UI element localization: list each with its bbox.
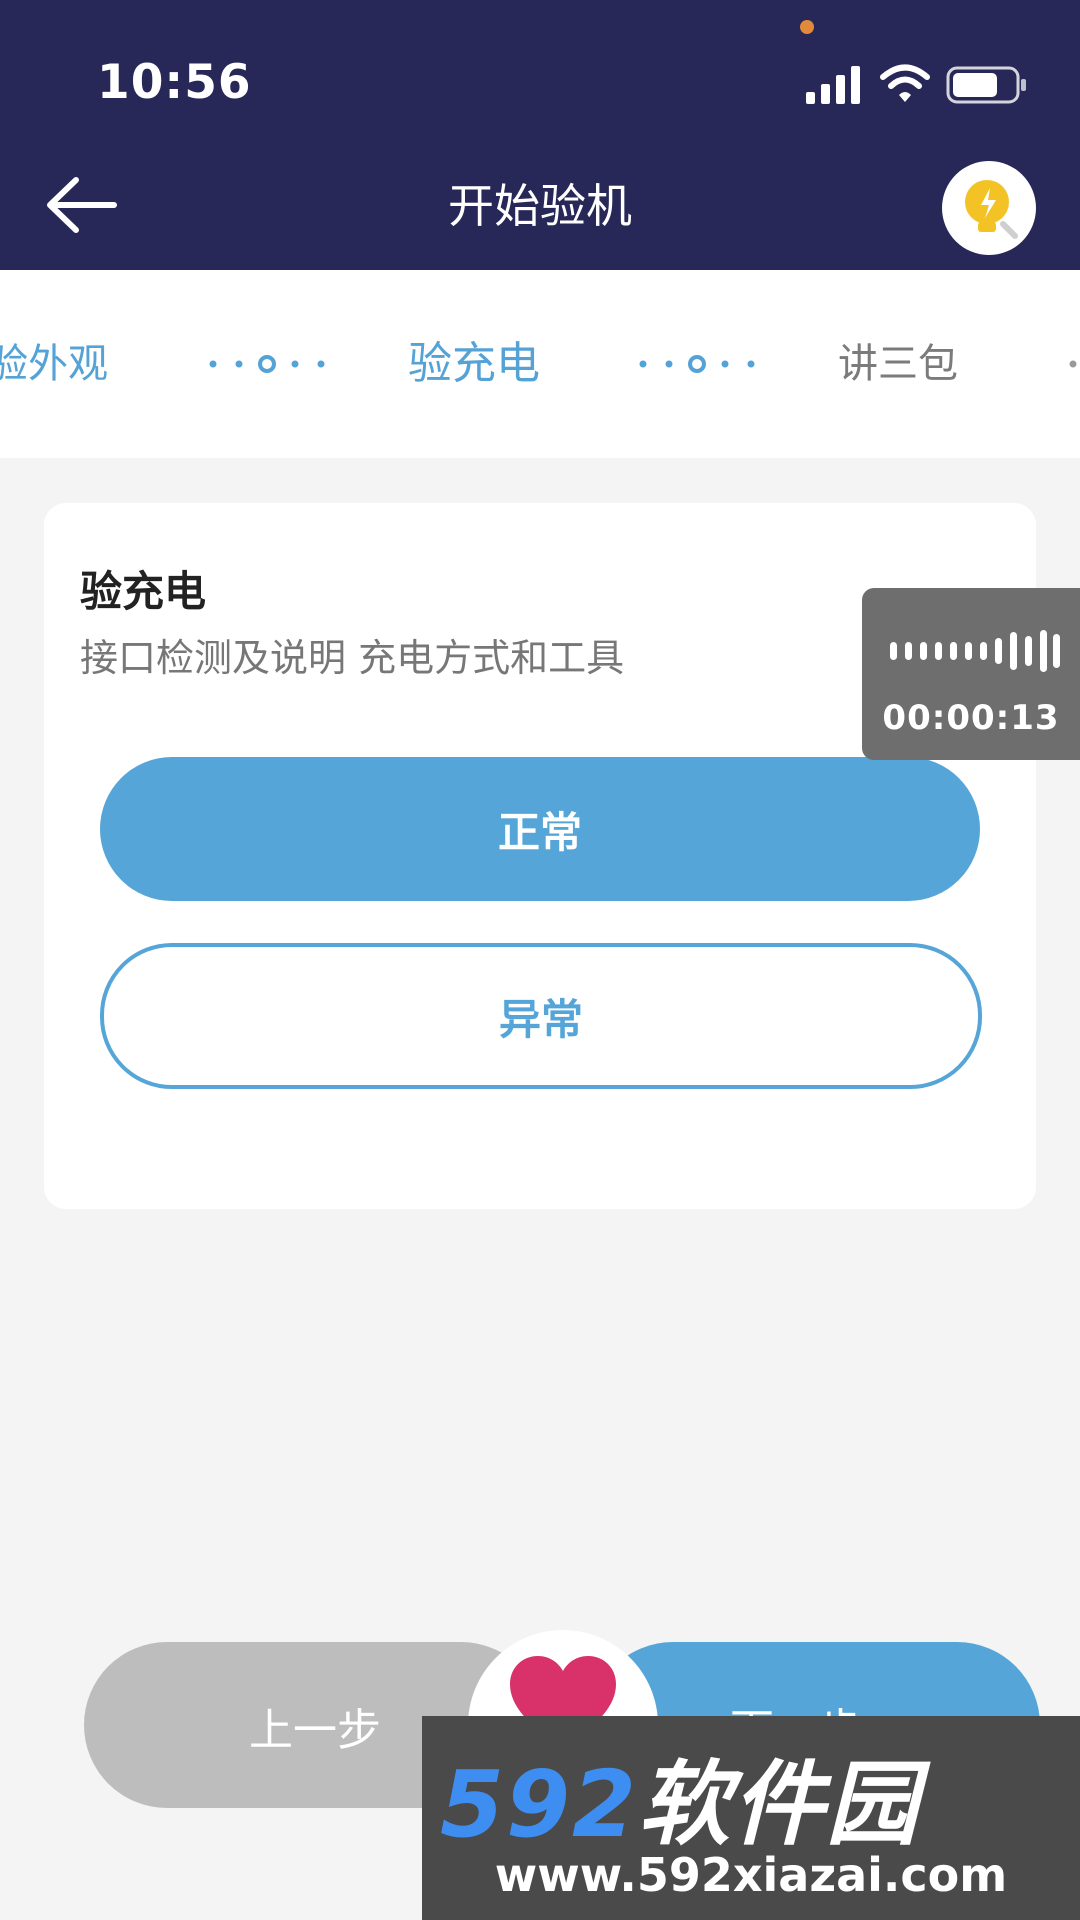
step-progress: 验外观 验充电 讲三包: [0, 270, 1080, 458]
tip-button[interactable]: [942, 161, 1036, 255]
wifi-icon: [880, 64, 930, 102]
previous-step-label: 上一步: [249, 1705, 381, 1756]
audio-waveform-icon: [890, 630, 1060, 672]
voice-recorder-widget[interactable]: 00:00:13: [862, 588, 1080, 760]
battery-icon: [946, 66, 1026, 104]
step-connector: [209, 355, 325, 373]
watermark-logo-text: 软件园: [638, 1751, 921, 1858]
step-appearance[interactable]: 验外观: [0, 334, 108, 394]
status-time: 10:56: [97, 55, 252, 110]
step-connector: [639, 355, 755, 373]
watermark-overlay: 592软件园 www.592xiazai.com: [422, 1716, 1080, 1920]
camera-indicator: [800, 20, 814, 34]
card-description: 接口检测及说明 充电方式和工具: [80, 636, 625, 680]
app-header: 10:56 开始验机: [0, 0, 1080, 270]
normal-button[interactable]: 正常: [100, 757, 980, 901]
abnormal-button[interactable]: 异常: [100, 943, 982, 1089]
step-charging[interactable]: 验充电: [408, 334, 540, 394]
recording-time: 00:00:13: [882, 698, 1060, 738]
card-title: 验充电: [80, 567, 207, 616]
watermark-logo-number: 592: [440, 1751, 639, 1858]
page-title: 开始验机: [448, 179, 632, 233]
watermark-url: www.592xiazai.com: [494, 1848, 1008, 1902]
step-connector: [1069, 360, 1077, 368]
cellular-signal-icon: [806, 66, 860, 104]
step-warranty[interactable]: 讲三包: [838, 334, 958, 394]
watermark-logo: 592软件园: [440, 1730, 920, 1863]
lightbulb-icon: [965, 180, 1018, 239]
